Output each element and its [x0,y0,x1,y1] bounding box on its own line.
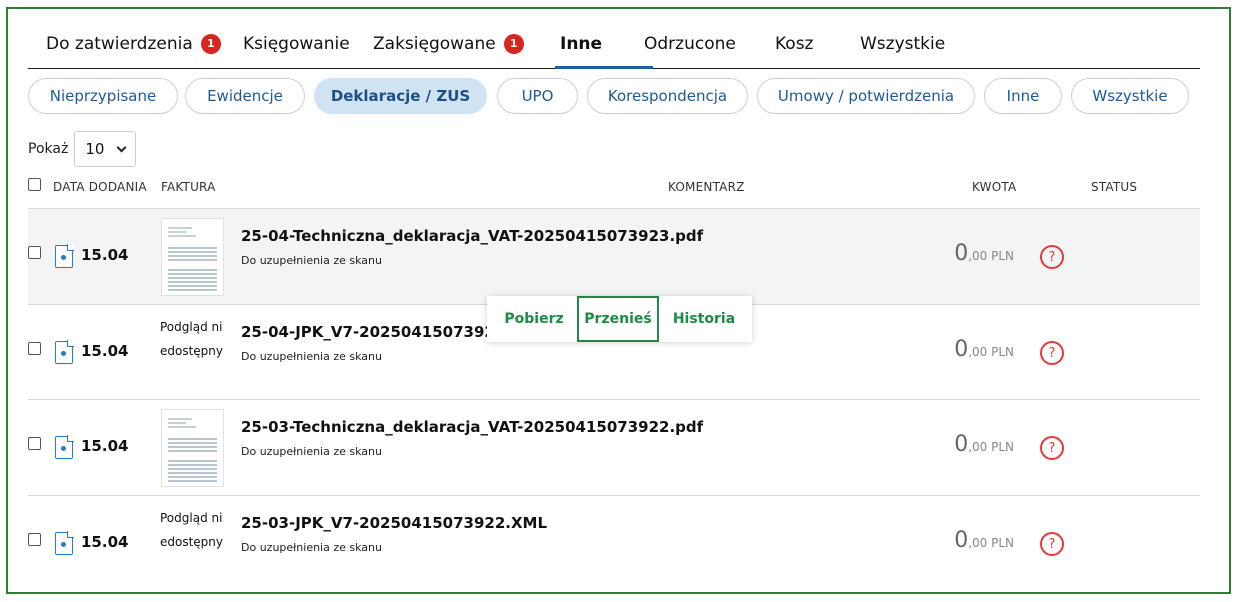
file-description: Do uzupełnienia ze skanu [241,541,382,554]
filter-ewidencje[interactable]: Ewidencje [185,78,305,114]
filter-wszystkie[interactable]: Wszystkie [1071,78,1189,114]
history-button[interactable]: Historia [663,296,745,342]
row-checkbox[interactable] [28,342,41,355]
count-badge: 1 [503,34,524,54]
row-date: 15.04 [81,437,129,455]
tab-label: Wszystkie [860,34,946,54]
document-icon [55,340,74,364]
document-thumbnail[interactable] [161,409,224,487]
document-icon [55,435,74,459]
page-size-label: Pokaż [28,141,69,157]
tab-odrzucone[interactable]: Odrzucone [644,20,736,68]
tab-label: Księgowanie [243,34,350,54]
file-name[interactable]: 25-03-Techniczna_deklaracja_VAT-20250415… [241,418,703,436]
tab-label: Zaksięgowane [373,34,496,54]
table-row[interactable]: 15.04 25-04-Techniczna_deklaracja_VAT-20… [28,208,1200,304]
document-icon [55,244,74,268]
question-status-icon[interactable]: ? [1040,341,1064,365]
row-checkbox[interactable] [28,533,41,546]
filter-umowy-potwierdzenia[interactable]: Umowy / potwierdzenia [757,78,975,114]
tab-do-zatwierdzenia[interactable]: Do zatwierdzenia 1 [46,20,221,68]
row-amount: 0,00 PLN [954,432,1014,457]
column-header-status: STATUS [1091,180,1138,194]
question-status-icon[interactable]: ? [1040,436,1064,460]
column-header-amount[interactable]: KWOTA [972,180,1016,194]
page-size-select[interactable]: 10 [74,131,137,167]
row-amount: 0,00 PLN [954,528,1014,553]
row-amount: 0,00 PLN [954,337,1014,362]
column-header-invoice[interactable]: FAKTURA [161,180,216,194]
column-header-comment: KOMENTARZ [668,180,745,194]
tab-wszystkie[interactable]: Wszystkie [860,20,945,68]
tab-label: Odrzucone [644,34,736,54]
row-amount: 0,00 PLN [954,241,1014,266]
count-badge: 1 [200,34,221,54]
tab-inne[interactable]: Inne [560,20,602,68]
file-description: Do uzupełnienia ze skanu [241,350,382,363]
row-date: 15.04 [81,533,129,551]
main-tabs: Do zatwierdzenia 1 Księgowanie Zaksięgow… [28,20,1200,69]
tab-label: Kosz [775,34,814,54]
filter-inne[interactable]: Inne [984,78,1062,114]
file-name[interactable]: 25-04-Techniczna_deklaracja_VAT-20250415… [241,227,703,245]
file-name[interactable]: 25-03-JPK_V7-20250415073922.XML [241,514,547,532]
file-description: Do uzupełnienia ze skanu [241,445,382,458]
row-date: 15.04 [81,342,129,360]
row-checkbox[interactable] [28,246,41,259]
tab-ksiegowanie[interactable]: Księgowanie [243,20,350,68]
select-all-checkbox[interactable] [28,178,41,191]
filter-upo[interactable]: UPO [497,78,578,114]
active-tab-indicator [555,66,653,69]
row-checkbox[interactable] [28,437,41,450]
page-size-value: 10 [85,140,105,158]
row-actions-popover: Pobierz Przenieś Historia [487,296,752,342]
table-row[interactable]: 15.04 25-03-Techniczna_deklaracja_VAT-20… [28,399,1200,495]
preview-unavailable: Podgląd niedostępny [160,320,224,358]
filter-nieprzypisane[interactable]: Nieprzypisane [28,78,178,114]
filter-deklaracje-zus[interactable]: Deklaracje / ZUS [314,78,487,114]
file-description: Do uzupełnienia ze skanu [241,254,382,267]
page-size-control: Pokaż 10 [28,131,137,167]
question-status-icon[interactable]: ? [1040,245,1064,269]
document-thumbnail[interactable] [161,218,224,296]
row-date: 15.04 [81,246,129,264]
download-button[interactable]: Pobierz [495,296,573,342]
question-status-icon[interactable]: ? [1040,532,1064,556]
document-icon [55,531,74,555]
tab-label: Inne [560,34,603,54]
tab-label: Do zatwierdzenia [46,34,193,54]
move-button[interactable]: Przenieś [577,296,659,342]
table-row[interactable]: 15.04 Podgląd niedostępny 25-03-JPK_V7-2… [28,495,1200,591]
tab-zaksiegowane[interactable]: Zaksięgowane 1 [373,20,524,68]
tab-kosz[interactable]: Kosz [775,20,813,68]
preview-unavailable: Podgląd niedostępny [160,511,224,549]
chevron-down-icon [116,142,127,152]
filter-korespondencja[interactable]: Korespondencja [587,78,748,114]
column-header-date[interactable]: DATA DODANIA [53,180,147,194]
